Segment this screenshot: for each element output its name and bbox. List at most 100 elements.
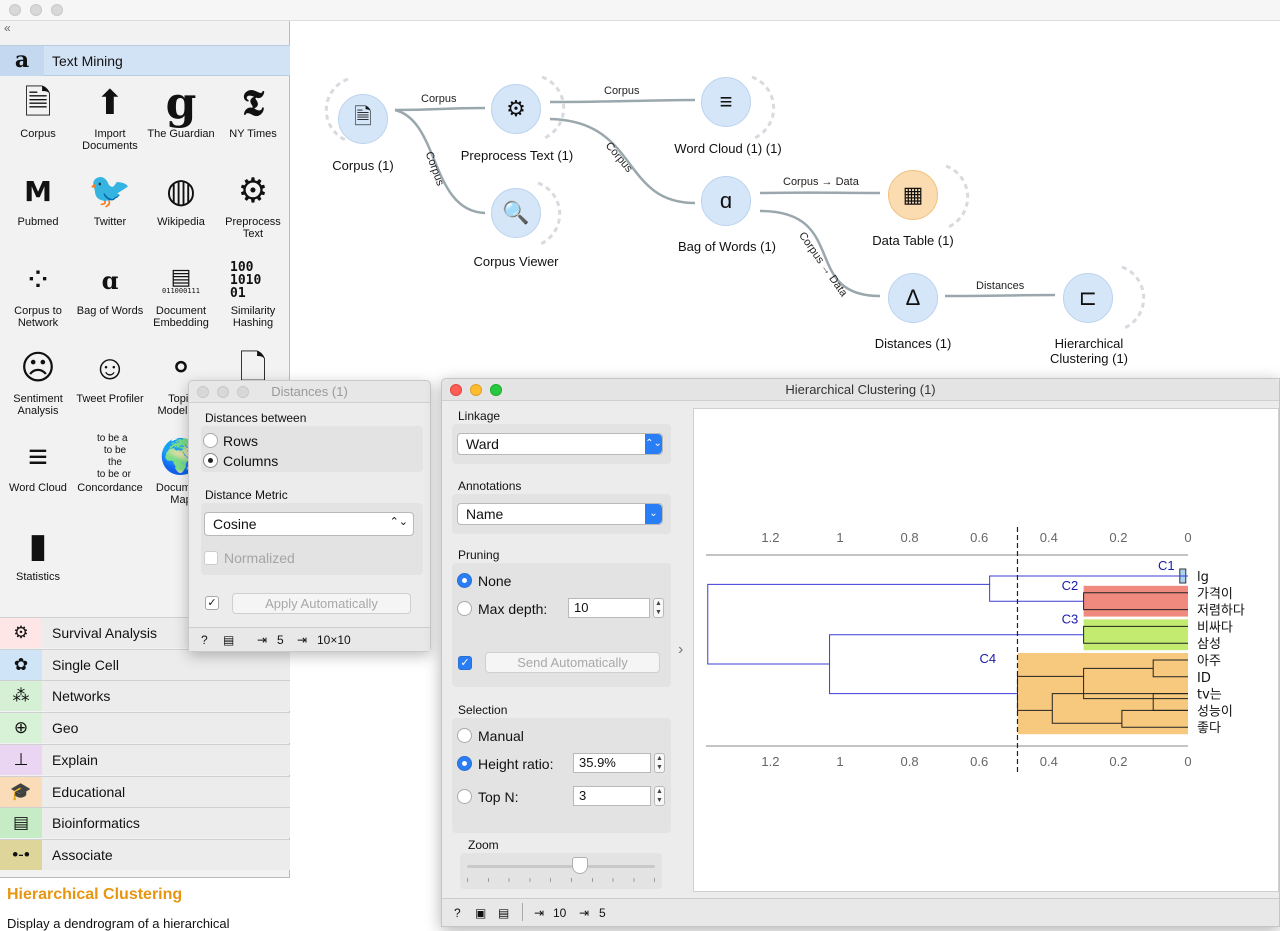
delta-icon: Δ	[905, 285, 921, 310]
height-ratio-stepper[interactable]: ▲ ▼	[654, 753, 665, 773]
axis-tick-label: 0	[1184, 530, 1191, 545]
widget-corpus[interactable]: 🗎 Corpus	[2, 80, 74, 140]
widget-label: The Guardian	[147, 128, 215, 140]
node-corpus[interactable]: 🗎	[338, 94, 388, 144]
close-window-button[interactable]	[450, 384, 462, 396]
magnifier-icon: 🔍	[502, 200, 530, 225]
widget-label: Preprocess Text	[225, 216, 281, 240]
category-educational[interactable]: 🎓 Educational	[0, 775, 290, 807]
topn-input[interactable]: 3	[573, 786, 651, 806]
node-bag[interactable]: ɑ	[701, 176, 751, 226]
rows-radio[interactable]	[203, 433, 218, 448]
axis-tick-label: 0.8	[901, 754, 919, 769]
node-wordcloud[interactable]: ≡	[701, 77, 751, 127]
manual-radio[interactable]	[457, 728, 472, 743]
close-window-button[interactable]	[9, 4, 21, 16]
send-auto-checkbox[interactable]: ✓	[458, 656, 472, 670]
widget-wikipedia[interactable]: ◍ Wikipedia	[145, 168, 217, 228]
embedding-box-icon: ▤	[170, 263, 192, 289]
category-bioinformatics[interactable]: ▤ Bioinformatics	[0, 807, 290, 839]
help-icon[interactable]: ?	[454, 906, 461, 920]
widget-statistics[interactable]: ▮ Statistics	[2, 523, 74, 583]
minimize-window-button[interactable]	[470, 384, 482, 396]
send-automatically-button[interactable]: Send Automatically	[485, 652, 660, 673]
category-associate[interactable]: •-• Associate	[0, 838, 290, 870]
widget-preprocess-text[interactable]: ⚙ Preprocess Text	[217, 168, 289, 240]
annotations-box: Name ⌄	[452, 494, 671, 534]
save-icon[interactable]: ▣	[475, 906, 486, 920]
normalized-checkbox[interactable]	[204, 551, 218, 565]
leaf-label: ID	[1197, 671, 1211, 686]
category-label: Associate	[52, 846, 113, 863]
pruning-label: Pruning	[458, 548, 500, 562]
zoom-slider-thumb[interactable]	[571, 857, 588, 874]
input-count: 5	[277, 633, 284, 647]
help-icon[interactable]: ?	[201, 633, 208, 647]
topn-stepper[interactable]: ▲ ▼	[654, 786, 665, 806]
category-single-cell[interactable]: ✿ Single Cell	[0, 648, 290, 680]
report-icon[interactable]: ▤	[498, 906, 509, 920]
columns-radio[interactable]	[203, 453, 218, 468]
widget-label: Import Documents	[82, 128, 138, 152]
zoom-window-button[interactable]	[490, 384, 502, 396]
zoom-window-button[interactable]	[237, 386, 249, 398]
category-geo[interactable]: ⊕ Geo	[0, 712, 290, 744]
node-preprocess[interactable]: ⚙	[491, 84, 541, 134]
node-dendrogram[interactable]: ⊏	[1063, 273, 1113, 323]
node-delta[interactable]: Δ	[888, 273, 938, 323]
apply-auto-checkbox[interactable]: ✓	[205, 596, 219, 610]
chevron-right-icon[interactable]: ›	[678, 641, 683, 659]
category-header-text-mining[interactable]: a Text Mining	[0, 45, 290, 76]
widget-document-embedding[interactable]: ▤ 011000111 Document Embedding	[145, 257, 217, 329]
category-explain[interactable]: ⊥ Explain	[0, 743, 290, 775]
cluster-box[interactable]	[1083, 585, 1188, 617]
widget-sentiment-analysis[interactable]: ☹ Sentiment Analysis	[2, 345, 74, 417]
widget-bag-of-words[interactable]: ɑ Bag of Words	[74, 257, 146, 318]
widget-corpus-to-network[interactable]: ⁘ Corpus to Network	[2, 257, 74, 329]
collapse-sidebar-icon[interactable]: «	[4, 21, 11, 35]
widget-label: NY Times	[229, 128, 277, 140]
sentiment-icon: ☹	[20, 349, 56, 387]
distance-metric-select[interactable]: Cosine ⌃⌄	[204, 512, 414, 536]
widget-label: Corpus to Network	[14, 305, 62, 329]
widget-pubmed[interactable]: M Pubmed	[2, 168, 74, 229]
distance-metric-label: Distance Metric	[205, 488, 288, 502]
minimize-window-button[interactable]	[30, 4, 42, 16]
axis-tick-label: 0.2	[1109, 530, 1127, 545]
zoom-slider-track[interactable]	[467, 865, 655, 868]
close-window-button[interactable]	[197, 386, 209, 398]
widget-import-documents[interactable]: ⬆ Import Documents	[74, 80, 146, 152]
pruning-none-radio[interactable]	[457, 573, 472, 588]
height-ratio-input[interactable]: 35.9%	[573, 753, 651, 773]
linkage-select[interactable]: Ward ⌃⌄	[457, 433, 663, 455]
report-icon[interactable]: ▤	[223, 633, 234, 647]
apply-automatically-button[interactable]: Apply Automatically	[232, 593, 411, 614]
input-count: 10	[553, 906, 567, 920]
widget-concordance[interactable]: to be a to be the to be or Concordance	[74, 433, 146, 494]
maxdepth-stepper[interactable]: ▲ ▼	[653, 598, 664, 618]
node-magnifier[interactable]: 🔍	[491, 188, 541, 238]
height-ratio-radio[interactable]	[457, 756, 472, 771]
widget-ny-times[interactable]: 𝕿 NY Times	[217, 80, 289, 141]
concordance-line: to be or	[97, 469, 131, 480]
link-label: Corpus	[604, 85, 640, 97]
leaf-label: 성능이	[1197, 704, 1233, 719]
maxdepth-input[interactable]: 10	[568, 598, 650, 618]
category-networks[interactable]: ⁂ Networks	[0, 680, 290, 712]
widget-twitter[interactable]: 🐦 Twitter	[74, 168, 146, 228]
concordance-icon: to be a to be the to be or	[87, 433, 133, 480]
widget-similarity-hashing[interactable]: 100 1010 01 Similarity Hashing	[217, 257, 289, 330]
widget-word-cloud[interactable]: ≡ Word Cloud	[2, 434, 74, 494]
axis-tick-label: 0.6	[970, 754, 988, 769]
annotations-select[interactable]: Name ⌄	[457, 503, 663, 525]
minimize-window-button[interactable]	[217, 386, 229, 398]
columns-label: Columns	[223, 453, 279, 469]
zoom-window-button[interactable]	[51, 4, 63, 16]
widget-the-guardian[interactable]: g The Guardian	[145, 78, 217, 141]
cluster-box[interactable]	[1083, 619, 1188, 651]
topn-radio[interactable]	[457, 789, 472, 804]
widget-tweet-profiler[interactable]: ☺ Tweet Profiler	[74, 345, 146, 405]
node-label: Preprocess Text (1)	[460, 148, 574, 163]
node-table[interactable]: ▦	[888, 170, 938, 220]
pruning-maxdepth-radio[interactable]	[457, 601, 472, 616]
